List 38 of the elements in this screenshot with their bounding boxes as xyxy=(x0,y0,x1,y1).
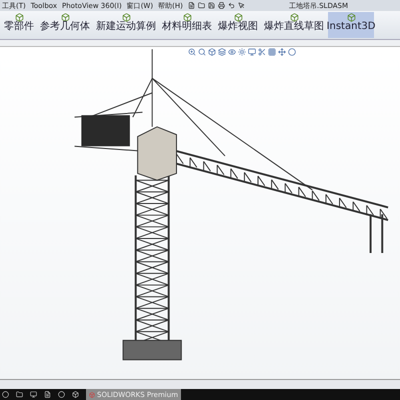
ribbon-button[interactable]: 参考几何体 xyxy=(38,12,92,38)
ribbon-button[interactable]: 材料明细表 xyxy=(160,12,214,38)
cube-icon xyxy=(14,13,24,22)
view-tool-icon[interactable] xyxy=(228,48,236,56)
view-tool-icon[interactable] xyxy=(258,48,266,56)
cube-icon xyxy=(290,13,298,22)
ribbon-button[interactable]: 零部件 xyxy=(2,12,36,38)
ribbon-button[interactable]: 新建运动算例 xyxy=(94,12,158,38)
ribbon-button[interactable]: 爆炸视图 xyxy=(216,12,260,38)
view-tool-icon[interactable] xyxy=(288,48,296,56)
cube-icon xyxy=(234,13,242,22)
view-tool-icon[interactable] xyxy=(188,48,196,56)
taskbar-app-icon[interactable] xyxy=(2,391,9,398)
view-tool-icon[interactable] xyxy=(248,48,256,56)
cube-icon xyxy=(122,13,130,22)
view-tool-icon[interactable] xyxy=(268,48,276,56)
taskbar-app-icon[interactable] xyxy=(16,391,23,398)
cube-icon xyxy=(89,392,95,398)
cube-icon xyxy=(346,13,356,22)
view-tool-icon[interactable] xyxy=(218,48,226,56)
toolbar-icon[interactable] xyxy=(188,2,195,9)
toolbar-icon[interactable] xyxy=(208,2,215,9)
view-tool-icon[interactable] xyxy=(198,48,206,56)
view-tool-icon[interactable] xyxy=(208,48,216,56)
taskbar-app-icon[interactable] xyxy=(72,391,79,398)
toolbar-icon[interactable] xyxy=(228,2,235,9)
ribbon-button[interactable]: Instant3D xyxy=(328,12,374,38)
toolbar-icon[interactable] xyxy=(238,2,245,9)
taskbar-app-icon[interactable] xyxy=(58,391,65,398)
ribbon-button[interactable]: 爆炸直线草图 xyxy=(262,12,326,38)
cube-icon xyxy=(182,13,192,22)
taskbar-app-icon[interactable] xyxy=(30,391,37,398)
view-tool-icon[interactable] xyxy=(278,48,286,56)
toolbar-icon[interactable] xyxy=(198,2,205,9)
view-tool-icon[interactable] xyxy=(238,48,246,56)
toolbar-icon[interactable] xyxy=(218,2,225,9)
taskbar-app-icon[interactable] xyxy=(44,391,51,398)
cube-icon xyxy=(60,13,70,22)
